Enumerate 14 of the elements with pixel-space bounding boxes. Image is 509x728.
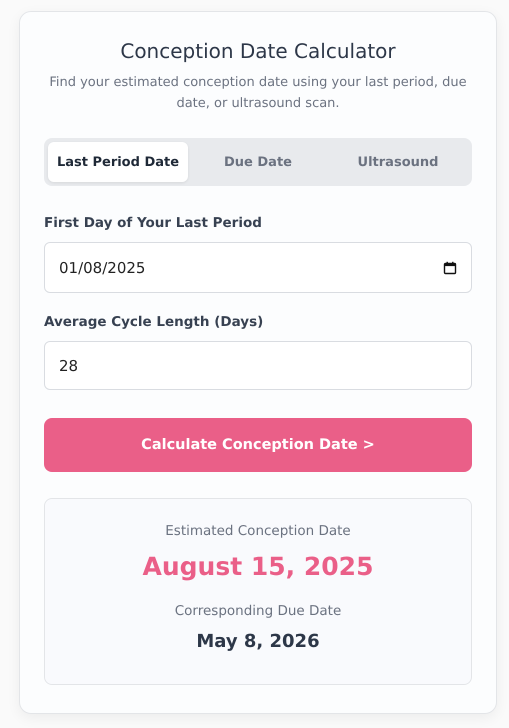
field-label: Average Cycle Length (Days) [44,313,264,331]
field-label: First Day of Your Last Period [44,214,262,232]
due-date: May 8, 2026 [196,630,320,654]
number-field[interactable]: 28 [44,341,472,390]
page-title: Conception Date Calculator [120,38,396,65]
date-field[interactable]: 01/08/2025 [44,242,472,293]
subtitle: Find your estimated conception date using your last period, due date, or ultrasound scan. [48,74,468,113]
tab[interactable]: Ultrasound [328,142,468,182]
tab[interactable]: Last Period Date [48,142,188,182]
result-label: Corresponding Due Date [174,602,342,621]
conception-date: August 15, 2025 [142,551,374,583]
result-label: Estimated Conception Date [165,522,351,541]
calendar-icon[interactable] [443,260,457,274]
tab[interactable]: Due Date [188,142,328,182]
